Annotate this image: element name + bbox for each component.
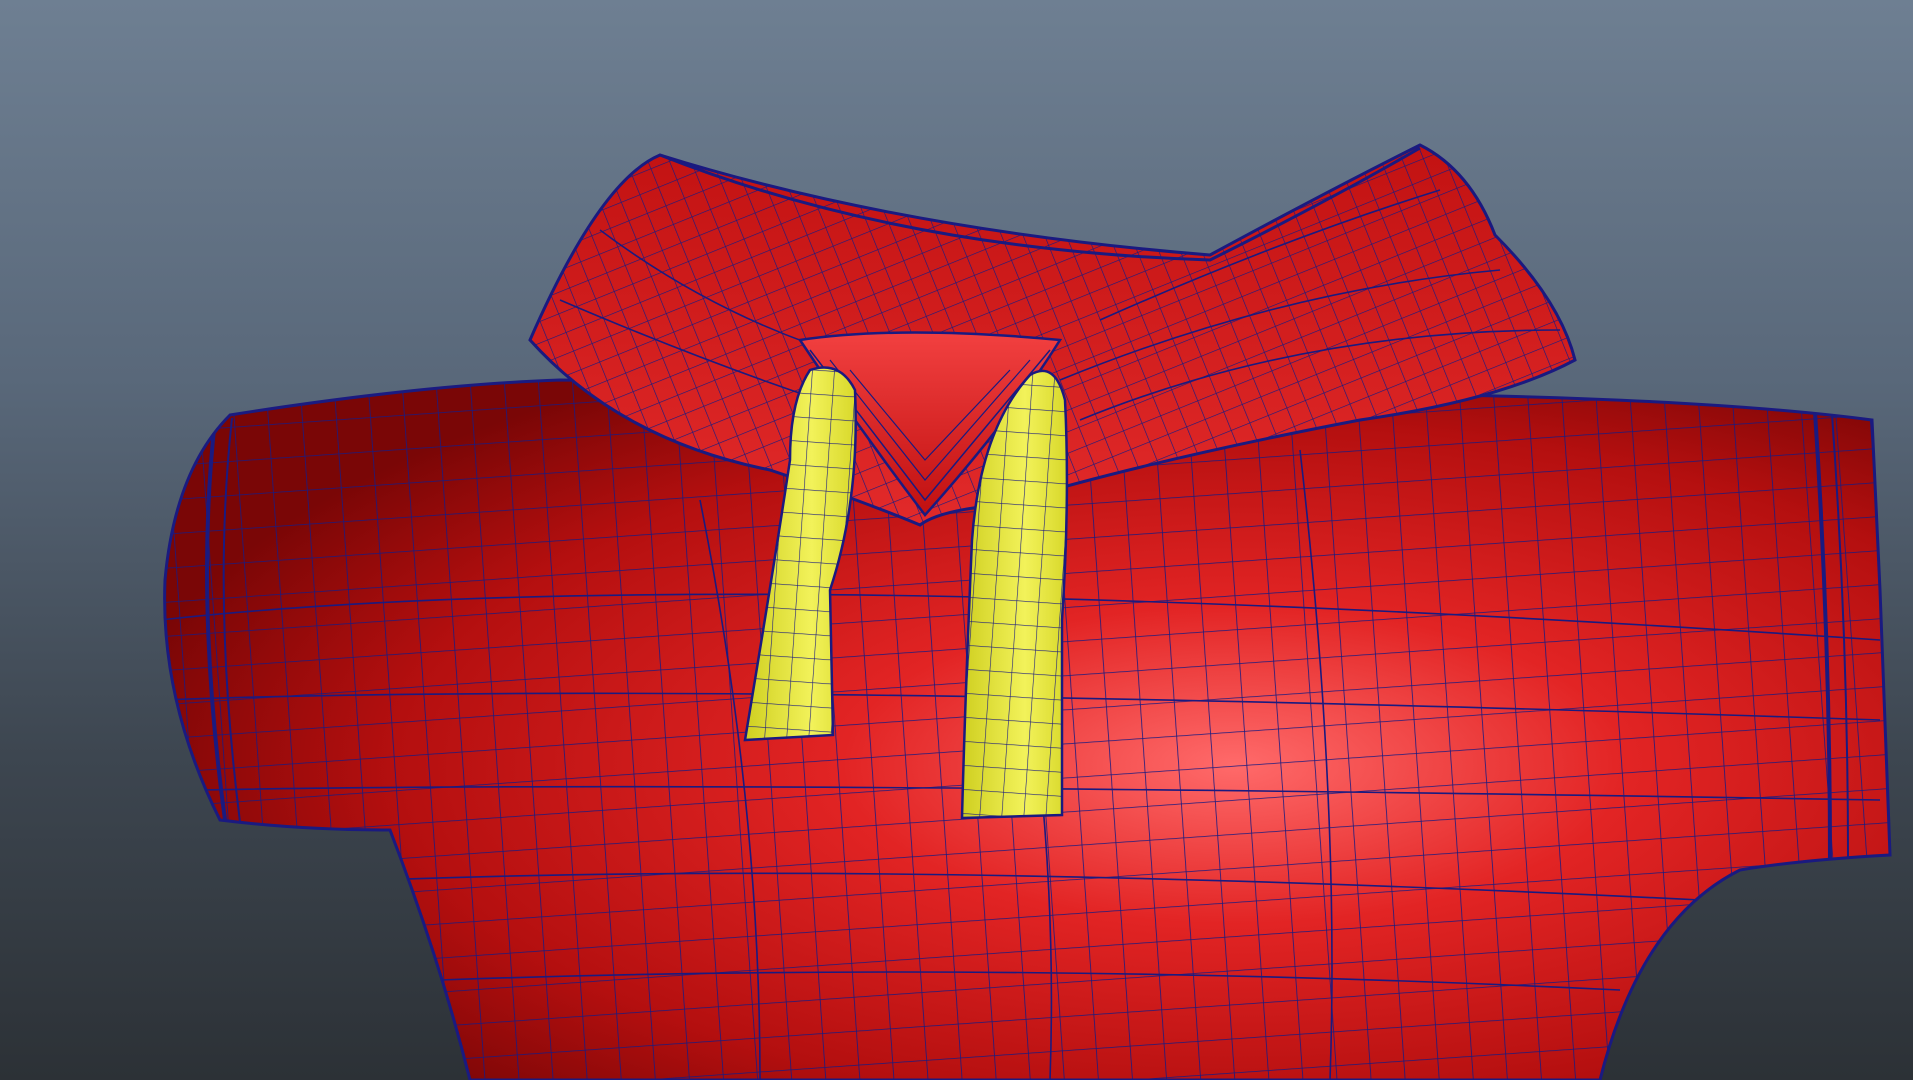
3d-viewport[interactable] <box>0 0 1913 1080</box>
viewport-canvas[interactable] <box>0 0 1913 1080</box>
